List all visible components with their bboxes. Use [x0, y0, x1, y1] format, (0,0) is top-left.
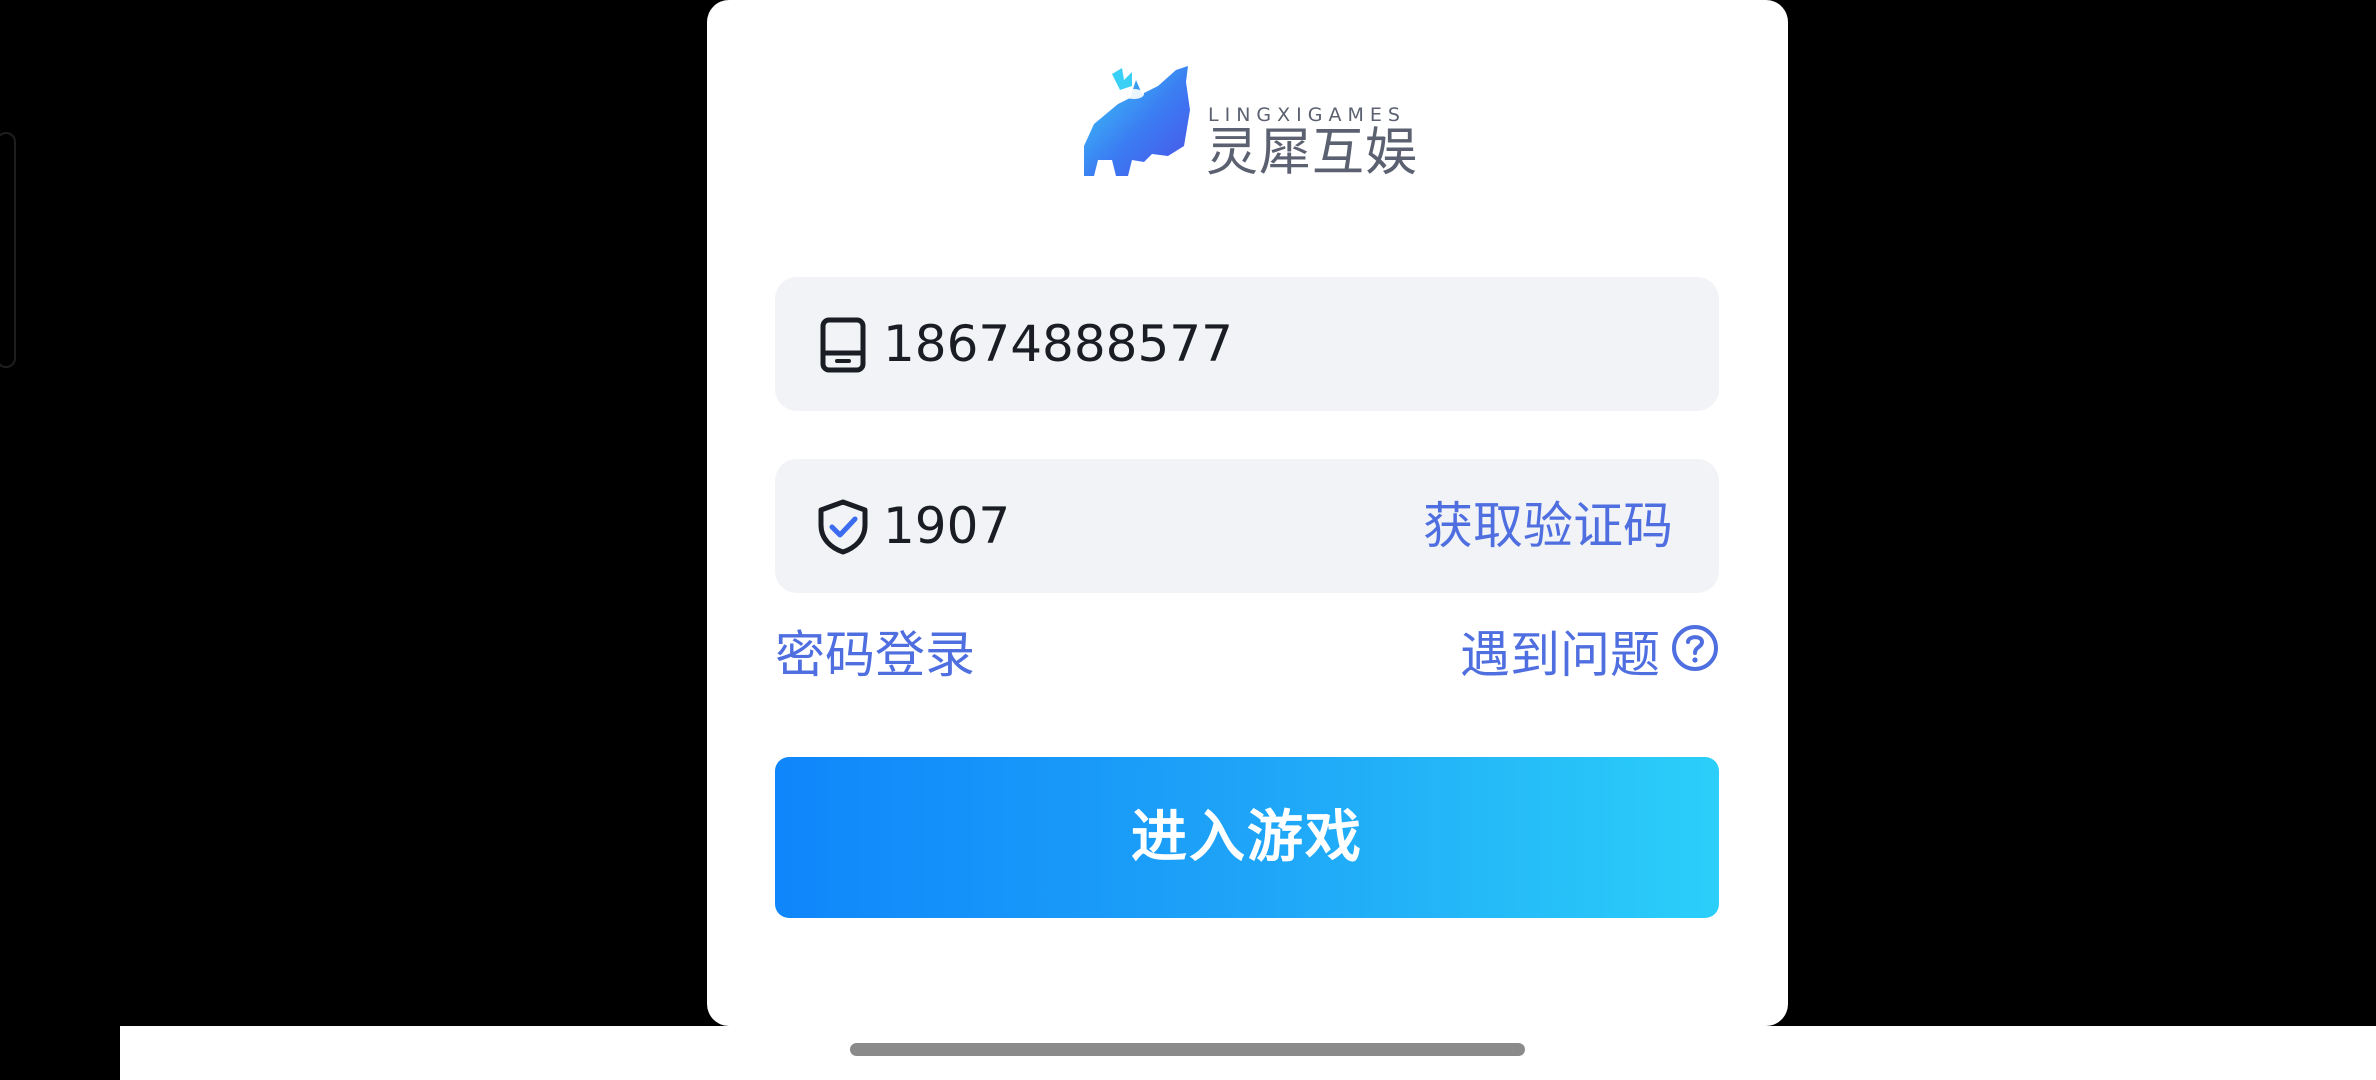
code-field[interactable]: 1907 获取验证码	[775, 459, 1719, 593]
verification-code-input[interactable]: 1907	[883, 459, 1010, 593]
rhino-logo-icon	[1084, 66, 1190, 176]
enter-game-button[interactable]: 进入游戏	[775, 757, 1719, 918]
question-circle-icon	[1672, 625, 1718, 671]
brand-name-cn: 灵犀互娱	[1206, 123, 1419, 183]
get-code-button[interactable]: 获取验证码	[1423, 459, 1673, 593]
phone-icon	[820, 317, 866, 373]
brand-logo: LINGXIGAMES 灵犀互娱	[1072, 64, 1452, 183]
home-indicator[interactable]	[850, 1043, 1525, 1056]
password-login-link[interactable]: 密码登录	[775, 618, 975, 692]
shield-check-icon	[818, 499, 868, 555]
phone-field[interactable]: 18674888577	[775, 277, 1719, 411]
phone-input[interactable]: 18674888577	[883, 277, 1233, 411]
side-edge-handle	[0, 132, 16, 368]
problem-label: 遇到问题	[1460, 626, 1660, 684]
problem-link[interactable]: 遇到问题	[1460, 618, 1720, 692]
login-dialog: LINGXIGAMES 灵犀互娱 18674888577 1907 获取验证码 …	[707, 0, 1788, 1026]
